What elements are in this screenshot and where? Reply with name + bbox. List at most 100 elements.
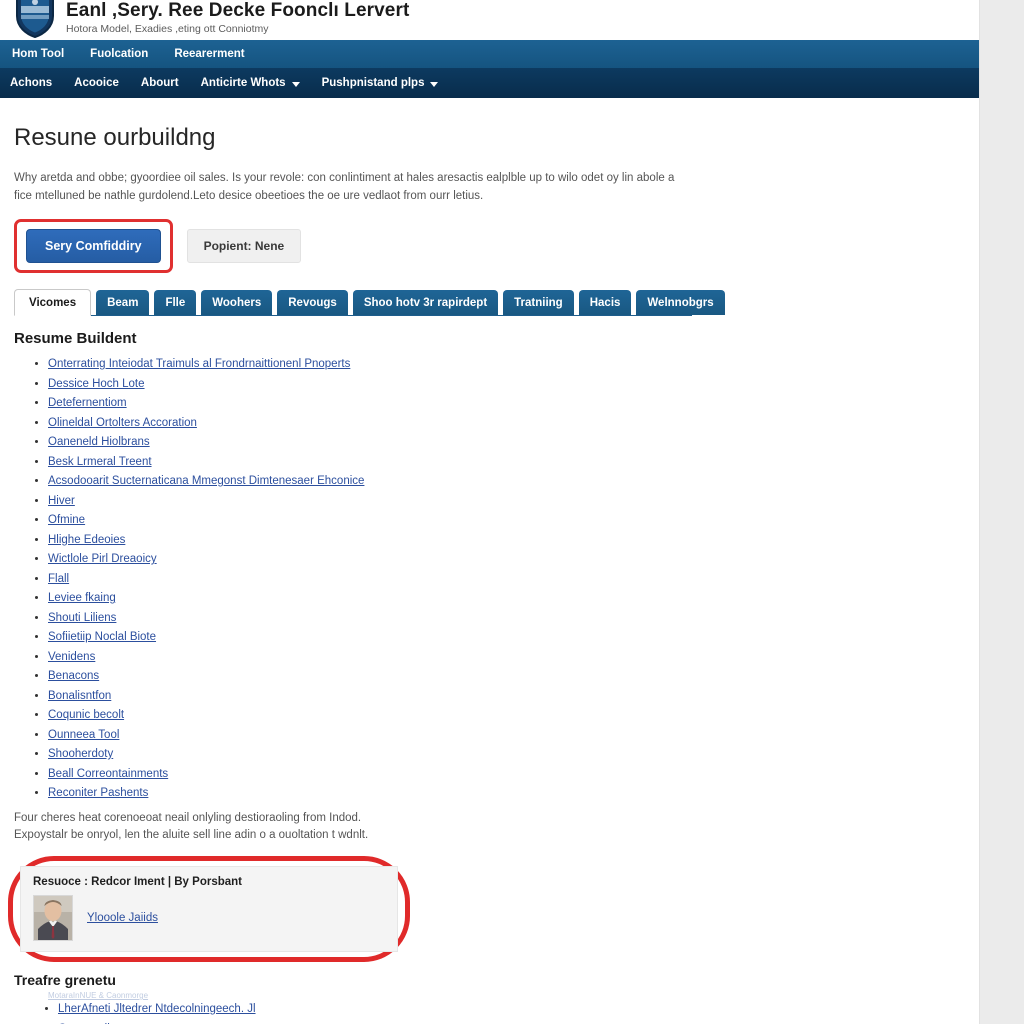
tab-2[interactable]: Flle: [154, 290, 197, 315]
resource-link-21[interactable]: Beall Correontainments: [48, 768, 168, 780]
list-item: Flall: [48, 572, 966, 586]
resource-link-18[interactable]: Coqunic becolt: [48, 709, 124, 721]
nav-main-item-1[interactable]: Acooice: [74, 77, 119, 89]
intro-paragraph: Why aretda and obbe; gyoordiee oil sales…: [14, 172, 675, 202]
resource-link-5[interactable]: Besk Lrmeral Treent: [48, 456, 152, 468]
list-item: Wictlole Pirl Dreaoicy: [48, 552, 966, 566]
resource-link-15[interactable]: Venidens: [48, 651, 95, 663]
chevron-down-icon: [430, 81, 439, 87]
secondary-action-button[interactable]: Popient: Nene: [186, 229, 302, 263]
resource-link-6[interactable]: Acsodooarit Sucternaticana Mmegonst Dimt…: [48, 475, 364, 487]
nav-top-item-0[interactable]: Hom Tool: [12, 48, 64, 60]
tab-1[interactable]: Beam: [96, 290, 150, 315]
tab-4[interactable]: Revougs: [277, 290, 348, 315]
tab-5[interactable]: Shoo hotv 3r rapirdept: [352, 290, 499, 315]
resource-card-heading: Resuoce : Redcor Iment | By Porsbant: [33, 876, 242, 888]
page-gutter: [979, 0, 1024, 1024]
primary-navbar: Achons Acooice Abourt Anticirte Whots Pu…: [0, 68, 980, 98]
resource-link-10[interactable]: Wictlole Pirl Dreaoicy: [48, 553, 157, 565]
bottom-link-0[interactable]: LherAfneti Jltedrer Ntdecolningeech. Jl: [58, 1003, 256, 1015]
list-item: Leviee fkaing: [48, 591, 966, 605]
nav-main-item-2[interactable]: Abourt: [141, 77, 179, 89]
tab-6[interactable]: Tratniing: [503, 290, 574, 315]
resource-link-22[interactable]: Reconiter Pashents: [48, 787, 148, 799]
list-item: Hiver: [48, 494, 966, 508]
list-item: Ofmine: [48, 513, 966, 527]
primary-button-highlight: Sery Comfiddiry: [14, 219, 173, 273]
resource-link-14[interactable]: Sofiietiip Noclal Biote: [48, 631, 156, 643]
note-line-2: Expoystalr be onryol, len the aluite sel…: [14, 829, 369, 841]
resource-link-list: Onterrating Inteiodat Traimuls al Frondr…: [14, 357, 966, 800]
site-subtitle: Hotora Model, Exadies ,eting ott Conniot…: [66, 23, 269, 35]
main-content: Resune ourbuildng Why aretda and obbe; g…: [0, 98, 980, 1024]
list-item: Hlighe Edeoies: [48, 533, 966, 547]
chevron-down-icon: [291, 81, 300, 87]
list-item: LherAfneti Jltedrer Ntdecolningeech. Jl: [58, 1002, 966, 1016]
shield-crest-icon: [14, 0, 56, 38]
list-item: Oaneneld Hiolbrans: [48, 435, 966, 449]
resource-link-9[interactable]: Hlighe Edeoies: [48, 534, 125, 546]
faint-secondary-link[interactable]: MotaraInNUE & Caonmorge: [48, 991, 966, 1000]
resource-card-highlight: Resuoce : Redcor Iment | By Porsbant Ylo…: [8, 856, 410, 962]
list-item: Acsodooarit Sucternaticana Mmegonst Dimt…: [48, 474, 966, 488]
list-item: Bonalisntfon: [48, 689, 966, 703]
tab-0[interactable]: Vicomes: [14, 289, 92, 316]
page-title: Resune ourbuildng: [14, 124, 216, 151]
resource-link-12[interactable]: Leviee fkaing: [48, 592, 116, 604]
section-title: Resume Buildent: [14, 330, 137, 347]
resource-link-7[interactable]: Hiver: [48, 495, 75, 507]
note-block: Four cheres heat corenoeoat neail onlyli…: [14, 810, 574, 844]
brand-block: Eanl ,Sery. Ree Decke Foonclı Lervert Ho…: [66, 0, 409, 36]
tab-3[interactable]: Woohers: [201, 290, 273, 315]
action-row: Sery Comfiddiry Popient: Nene: [14, 219, 966, 273]
resource-link-1[interactable]: Dessice Hoch Lote: [48, 378, 145, 390]
resource-link-4[interactable]: Oaneneld Hiolbrans: [48, 436, 150, 448]
resource-link-17[interactable]: Bonalisntfon: [48, 690, 111, 702]
tab-8[interactable]: Welnnobgrs: [636, 290, 725, 315]
resource-link-2[interactable]: Detefernentiom: [48, 397, 127, 409]
resource-link-11[interactable]: Flall: [48, 573, 69, 585]
list-item: Sofiietiip Noclal Biote: [48, 630, 966, 644]
resource-card-link[interactable]: Ylooole Jaiids: [87, 912, 158, 924]
list-item: Venidens: [48, 650, 966, 664]
nav-top-item-1[interactable]: Fuolcation: [90, 48, 148, 60]
nav-main-item-0[interactable]: Achons: [10, 77, 52, 89]
resource-link-13[interactable]: Shouti Liliens: [48, 612, 116, 624]
nav-main-label-2: Abourt: [140, 77, 179, 89]
nav-main-label-4: Pushpnistand plps: [321, 77, 425, 89]
nav-main-item-3[interactable]: Anticirte Whots: [201, 77, 300, 89]
secondary-navbar: Hom Tool Fuolcation Reearerment: [0, 40, 980, 68]
tabstrip: Vicomes Beam Flle Woohers Revougs Shoo h…: [14, 289, 725, 316]
list-item: Benacons: [48, 669, 966, 683]
resource-link-16[interactable]: Benacons: [48, 670, 99, 682]
primary-action-button[interactable]: Sery Comfiddiry: [26, 229, 161, 263]
site-title: Eanl ,Sery. Ree Decke Foonclı Lervert: [66, 0, 410, 21]
nav-main-label-3: Anticirte Whots: [200, 77, 286, 89]
list-item: Detefernentiom: [48, 396, 966, 410]
nav-top-item-2[interactable]: Reearerment: [174, 48, 244, 60]
list-item: Reconiter Pashents: [48, 786, 966, 800]
resource-link-3[interactable]: Olineldal Ortolters Accoration: [48, 417, 197, 429]
list-item: Onterrating Inteiodat Traimuls al Frondr…: [48, 357, 966, 371]
list-item: Olineldal Ortolters Accoration: [48, 416, 966, 430]
list-item: Beall Correontainments: [48, 767, 966, 781]
list-item: Ounneea Tool: [48, 728, 966, 742]
nav-main-label-1: Acooice: [74, 77, 119, 89]
nav-main-label-0: Achons: [10, 77, 53, 89]
page-root: Eanl ,Sery. Ree Decke Foonclı Lervert Ho…: [0, 0, 1024, 1024]
note-line-1: Four cheres heat corenoeoat neail onlyli…: [14, 812, 362, 824]
browser-viewport: Eanl ,Sery. Ree Decke Foonclı Lervert Ho…: [0, 0, 980, 1024]
tab-7[interactable]: Hacis: [578, 290, 632, 315]
nav-main-item-4[interactable]: Pushpnistand plps: [322, 77, 439, 89]
person-photo-icon: [33, 895, 73, 941]
resource-card-body: Ylooole Jaiids: [33, 895, 385, 941]
list-item: Dessice Hoch Lote: [48, 377, 966, 391]
resource-link-19[interactable]: Ounneea Tool: [48, 729, 119, 741]
resource-link-8[interactable]: Ofmine: [48, 514, 85, 526]
list-item: Shouti Liliens: [48, 611, 966, 625]
resource-link-0[interactable]: Onterrating Inteiodat Traimuls al Frondr…: [48, 358, 350, 370]
bottom-link-list: LherAfneti Jltedrer Ntdecolningeech. Jl …: [14, 1002, 966, 1024]
list-item: Shooherdoty: [48, 747, 966, 761]
resource-card: Resuoce : Redcor Iment | By Porsbant Ylo…: [20, 866, 398, 952]
resource-link-20[interactable]: Shooherdoty: [48, 748, 113, 760]
